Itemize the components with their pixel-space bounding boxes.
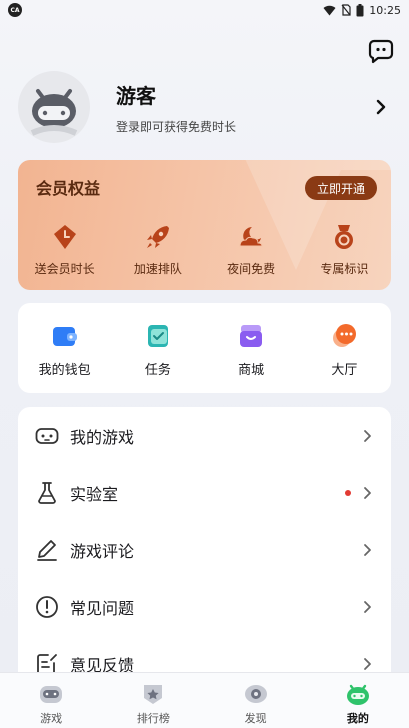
chevron-right-icon — [364, 543, 371, 556]
quick-item-label: 任务 — [144, 363, 171, 378]
clock: 10:25 — [369, 3, 401, 17]
app-badge-icon: CA — [8, 3, 22, 17]
vip-title: 会员权益 — [36, 179, 101, 198]
moon-cloud-icon — [239, 227, 263, 247]
message-icon[interactable] — [368, 38, 394, 64]
quick-item-shop[interactable]: 商城 — [205, 321, 298, 393]
quick-item-label: 商城 — [238, 363, 265, 378]
quick-item-lobby[interactable]: 大厅 — [298, 321, 391, 393]
menu-list: 我的游戏 实验室 游戏评论 常见问题 意见反馈 — [18, 407, 391, 687]
rocket-icon — [146, 226, 169, 248]
vip-item-label: 加速排队 — [133, 262, 182, 276]
vip-item-exclusive-badge[interactable]: 专属标识 — [298, 222, 391, 277]
quick-item-wallet[interactable]: 我的钱包 — [18, 321, 111, 393]
quick-item-label: 大厅 — [331, 363, 358, 378]
login-hint: 登录即可获得免费时长 — [116, 119, 237, 134]
vip-item-fast-queue[interactable]: 加速排队 — [111, 222, 204, 277]
shop-icon — [240, 325, 263, 347]
tab-rankings[interactable]: 排行榜 — [102, 673, 204, 728]
chevron-right-icon[interactable] — [371, 97, 391, 117]
discover-tab-icon — [244, 685, 267, 703]
menu-item-my-games[interactable]: 我的游戏 — [18, 407, 391, 464]
me-tab-icon — [346, 684, 369, 705]
username: 游客 — [116, 83, 156, 108]
vip-open-button[interactable]: 立即开通 — [304, 176, 377, 200]
menu-item-label: 我的游戏 — [70, 427, 135, 447]
menu-item-label: 实验室 — [70, 484, 119, 504]
lobby-icon — [333, 324, 357, 347]
avatar[interactable] — [18, 71, 90, 143]
tab-discover[interactable]: 发现 — [205, 673, 307, 728]
alert-circle-icon — [36, 595, 58, 618]
tab-label: 排行榜 — [136, 712, 170, 725]
menu-item-label: 常见问题 — [70, 598, 135, 618]
quick-actions-card: 我的钱包 任务 商城 大厅 — [18, 303, 391, 393]
quick-item-task[interactable]: 任务 — [111, 321, 204, 393]
notification-dot — [345, 489, 351, 496]
wifi-icon — [323, 5, 336, 15]
vip-item-label: 夜间免费 — [227, 262, 276, 276]
vip-item-label: 专属标识 — [320, 262, 369, 276]
chevron-right-icon — [364, 657, 371, 670]
robot-avatar-icon — [30, 89, 78, 136]
tab-me[interactable]: 我的 — [307, 673, 409, 728]
tab-label: 我的 — [346, 712, 369, 725]
wallet-icon — [52, 327, 77, 346]
vip-item-label: 送会员时长 — [34, 262, 95, 276]
vip-item-night-free[interactable]: 夜间免费 — [205, 222, 298, 277]
quick-item-label: 我的钱包 — [38, 363, 91, 378]
tab-label: 游戏 — [40, 712, 63, 725]
chevron-right-icon — [364, 429, 371, 442]
gamepad-icon — [35, 427, 59, 444]
tab-game[interactable]: 游戏 — [0, 673, 102, 728]
profile-header[interactable]: 游客 登录即可获得免费时长 — [18, 70, 393, 144]
pen-icon — [37, 539, 57, 561]
flask-icon — [38, 481, 56, 504]
menu-item-label: 游戏评论 — [70, 541, 135, 561]
rank-tab-icon — [144, 685, 163, 704]
chevron-right-icon — [364, 600, 371, 613]
menu-item-lab[interactable]: 实验室 — [18, 464, 391, 521]
gift-tag-icon — [53, 225, 76, 249]
battery-icon — [356, 3, 364, 16]
vip-benefits-card[interactable]: 会员权益 立即开通 送会员时长 加速排队 夜间免费 专属标识 — [18, 160, 391, 290]
task-icon — [147, 325, 168, 347]
vip-item-member-time[interactable]: 送会员时长 — [18, 222, 111, 277]
chevron-right-icon — [364, 486, 371, 499]
bottom-navigation: 游戏 排行榜 发现 我的 — [0, 672, 409, 728]
game-tab-icon — [40, 686, 63, 703]
menu-item-faq[interactable]: 常见问题 — [18, 578, 391, 635]
no-sim-icon — [341, 4, 351, 16]
medal-icon — [335, 225, 354, 249]
tab-label: 发现 — [244, 712, 267, 725]
menu-item-game-reviews[interactable]: 游戏评论 — [18, 521, 391, 578]
status-bar: CA 10:25 — [0, 0, 409, 20]
